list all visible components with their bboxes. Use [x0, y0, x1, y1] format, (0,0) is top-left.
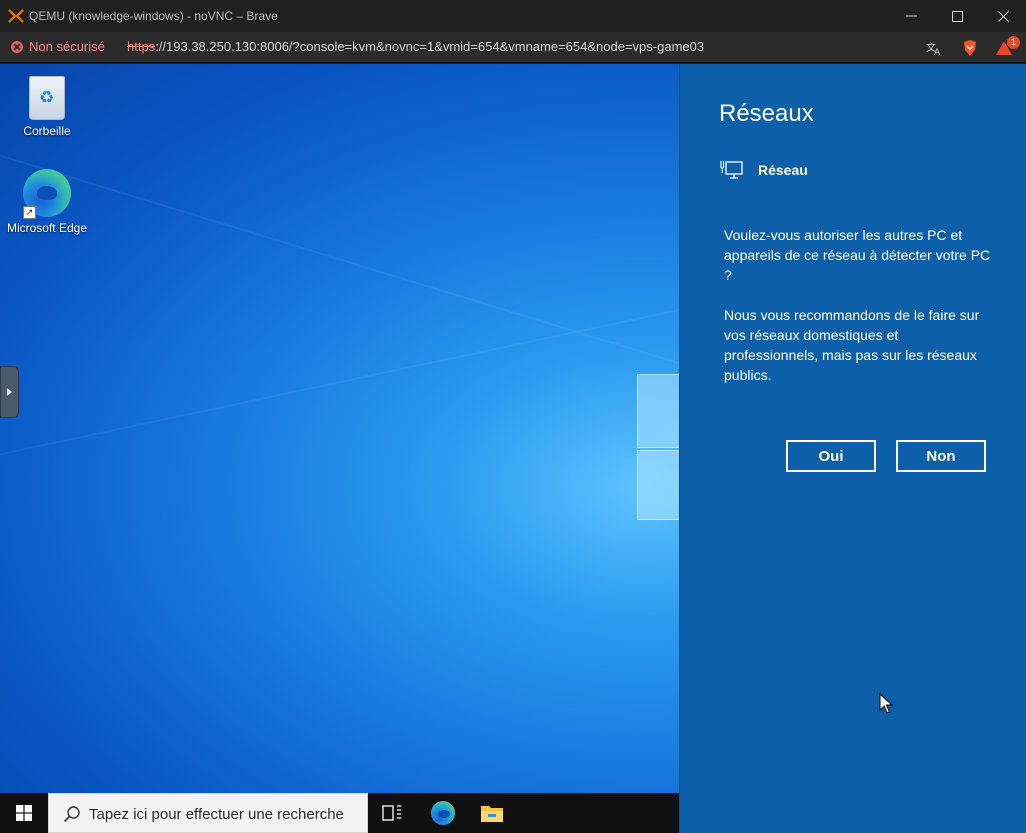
brave-shields-icon[interactable]	[960, 38, 980, 58]
desktop-icon-edge[interactable]: ↗ Microsoft Edge	[2, 169, 92, 235]
taskbar-search-box[interactable]	[48, 793, 368, 833]
proxmox-icon	[8, 9, 24, 23]
window-title: QEMU (knowledge-windows) - noVNC – Brave	[29, 9, 278, 23]
close-button[interactable]	[980, 0, 1026, 32]
start-button[interactable]	[0, 793, 48, 833]
windows-desktop[interactable]: Corbeille ↗ Microsoft Edge	[0, 64, 679, 833]
desktop-icon-label: Microsoft Edge	[6, 221, 88, 235]
wallpaper-logo-pane	[637, 374, 679, 448]
minimize-icon	[905, 15, 917, 17]
wallpaper-beam	[0, 276, 679, 466]
discovery-question: Voulez-vous autoriser les autres PC et a…	[724, 227, 991, 283]
desktop-icon-recycle-bin[interactable]: Corbeille	[2, 74, 92, 138]
mouse-cursor-icon	[879, 693, 893, 714]
shortcut-arrow-icon: ↗	[23, 206, 36, 219]
svg-text:A: A	[934, 48, 941, 56]
novnc-control-bar-handle[interactable]	[0, 366, 19, 418]
security-label[interactable]: Non sécurisé	[29, 39, 105, 54]
address-bar[interactable]: Non sécurisé https://193.38.250.130:8006…	[0, 32, 1026, 63]
wallpaper-beam	[0, 124, 679, 390]
ethernet-network-icon	[720, 161, 743, 179]
taskbar-task-view[interactable]	[368, 793, 416, 833]
desktop-icon-label: Corbeille	[23, 124, 71, 138]
translate-icon[interactable]: 文A	[924, 38, 944, 58]
url-scheme: https	[127, 39, 156, 54]
file-explorer-icon	[481, 806, 503, 822]
task-view-icon	[382, 805, 401, 821]
no-button[interactable]: Non	[896, 440, 986, 472]
search-input[interactable]	[89, 802, 359, 826]
rewards-badge: 1	[1007, 36, 1020, 49]
recycle-bin-icon	[29, 76, 65, 120]
discovery-recommendation: Nous vous recommandons de le faire sur v…	[724, 307, 980, 383]
taskbar-file-explorer[interactable]	[468, 793, 516, 833]
search-icon	[63, 806, 80, 823]
yes-button[interactable]: Oui	[786, 440, 876, 472]
browser-title-bar: QEMU (knowledge-windows) - noVNC – Brave	[0, 0, 1026, 32]
network-discovery-flyout: Réseaux Réseau Voulez-vous autoriser les…	[679, 64, 1026, 833]
url-rest: ://193.38.250.130:8006/?console=kvm&novn…	[155, 39, 705, 54]
flyout-title: Réseaux	[719, 100, 814, 127]
network-name: Réseau	[758, 162, 808, 178]
minimize-button[interactable]	[888, 0, 934, 32]
taskbar-edge[interactable]	[419, 793, 467, 833]
windows-logo-icon	[16, 805, 32, 821]
edge-icon	[431, 801, 455, 825]
not-secure-icon[interactable]	[11, 41, 23, 53]
edge-icon: ↗	[23, 169, 71, 219]
wallpaper-logo-pane	[637, 450, 679, 520]
taskbar	[0, 793, 679, 833]
maximize-button[interactable]	[934, 0, 980, 32]
url-field[interactable]: https://193.38.250.130:8006/?console=kvm…	[127, 39, 704, 54]
vnc-viewport[interactable]: Corbeille ↗ Microsoft Edge	[0, 64, 1026, 833]
close-icon	[997, 10, 1009, 22]
maximize-icon	[951, 10, 963, 22]
